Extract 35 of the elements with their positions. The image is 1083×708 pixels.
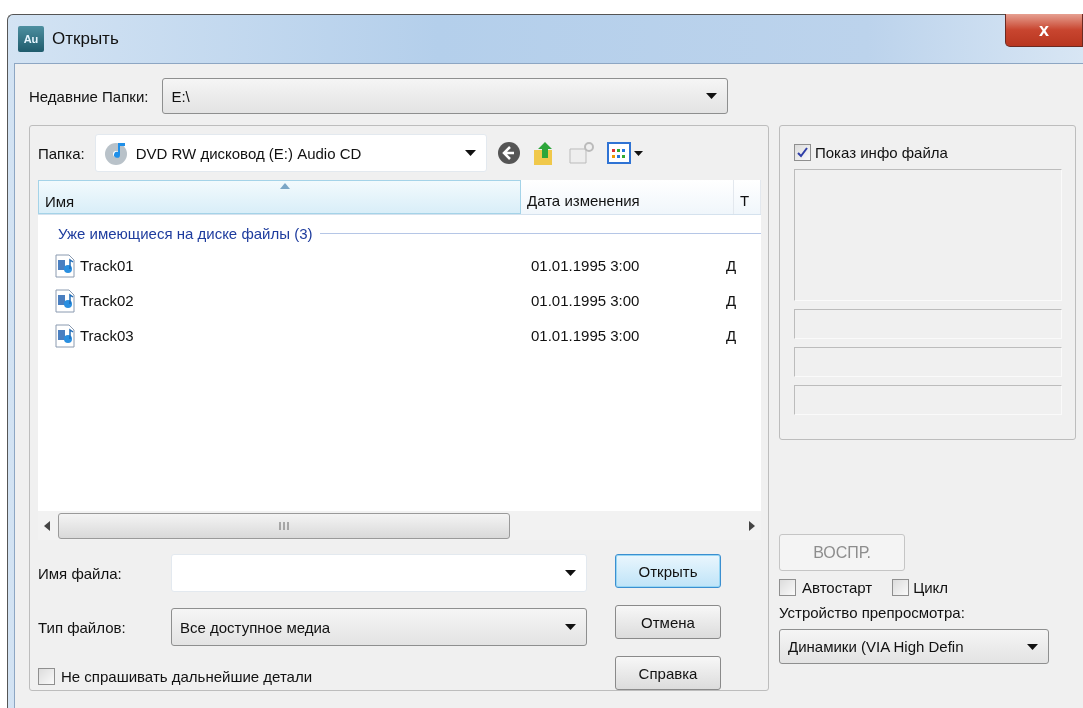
column-header[interactable]: Имя [38,180,521,214]
checkbox-label: Показ инфо файла [815,144,948,161]
checkbox-label: Автостарт [802,579,873,596]
field-label: Устройство препросмотра: [779,604,966,621]
column-header[interactable]: Т [734,180,761,214]
file-type-dropdown[interactable]: Все доступное медиа [171,608,587,646]
field-label: Папка: [38,144,85,162]
date-cell-text: 01.01.1995 3:00 [530,257,641,274]
table-cell-text: Д [726,292,738,309]
table-cell-text: Д [726,257,738,274]
checkbox-label: Не спрашивать дальнейшие детали [61,668,313,685]
recent-folders-dropdown[interactable]: E:\ [162,78,729,114]
file-row[interactable]: Track01 [38,253,521,278]
file-name: Track03 [80,327,134,344]
date-cell-text: 01.01.1995 3:00 [530,292,641,309]
file-row[interactable]: Track03 [38,323,521,348]
date-cell-text: 01.01.1995 3:00 [530,327,641,344]
field-label: Имя файла: [38,564,123,582]
folder-dropdown[interactable]: DVD RW дисковод (E:) Audio CD [94,134,487,172]
file-row[interactable]: Track02 [38,288,521,313]
preview-device-dropdown[interactable]: Динамики (VIA High Defin [779,629,1049,664]
table-cell-text: Д [726,327,738,344]
column-header[interactable]: Дата изменения [521,180,734,214]
field-label: Тип файлов: [38,618,127,636]
app-icon: Au [18,26,44,52]
field-label: Недавние Папки: [29,87,149,105]
dialog-button[interactable]: Открыть [615,554,721,588]
close-button[interactable]: x [1005,14,1083,47]
file-name: Track02 [80,292,134,309]
window-title: Открыть [52,29,119,49]
checkbox-label: Цикл [913,579,949,596]
file-name: Track01 [80,257,134,274]
dialog-button[interactable]: Справка [615,656,721,690]
group-header: Уже имеющиеся на диске файлы (3) [58,225,313,242]
dialog-button[interactable]: Отмена [615,605,721,639]
